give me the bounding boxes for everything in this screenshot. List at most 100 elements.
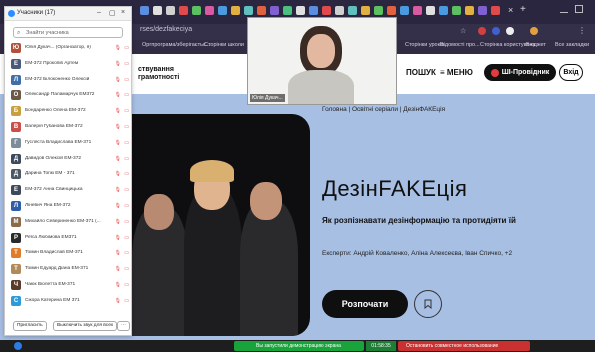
camera-off-icon[interactable]: ▭ [124, 298, 129, 304]
bookmark-item[interactable]: Бюджет [526, 42, 546, 48]
browser-menu-icon[interactable]: ⋮ [578, 26, 586, 35]
minimize-icon[interactable]: – [97, 9, 101, 16]
camera-off-icon[interactable]: ▭ [124, 187, 129, 193]
camera-off-icon[interactable]: ▭ [124, 219, 129, 225]
camera-off-icon[interactable]: ▭ [124, 250, 129, 256]
taskbar-app-icon[interactable] [14, 342, 22, 350]
camera-off-icon[interactable]: ▭ [124, 156, 129, 162]
participant-row[interactable]: Е ЕМ-372 Прокопів Артем 🎙 ▭ [11, 58, 129, 72]
mic-muted-icon[interactable]: 🎙 [115, 250, 121, 256]
camera-off-icon[interactable]: ▭ [124, 77, 129, 83]
mic-muted-icon[interactable]: 🎙 [115, 77, 121, 83]
camera-off-icon[interactable]: ▭ [124, 108, 129, 114]
participant-row[interactable]: О Олександр Паламарчук ЕМ372 🎙 ▭ [11, 90, 129, 103]
participant-row[interactable]: Л Ліневич Яна ЕМ-372 🎙 ▭ [11, 201, 129, 214]
mic-muted-icon[interactable]: 🎙 [115, 298, 121, 304]
bookmark-item[interactable]: Сторінки уроків [405, 42, 444, 48]
mic-muted-icon[interactable]: 🎙 [115, 45, 121, 51]
tab-icon[interactable] [361, 6, 370, 15]
tab-icon[interactable] [166, 6, 175, 15]
tab-icon[interactable] [270, 6, 279, 15]
tab-icon[interactable] [413, 6, 422, 15]
mic-muted-icon[interactable]: 🎙 [115, 203, 121, 209]
tab-icon[interactable] [283, 6, 292, 15]
mic-muted-icon[interactable]: 🎙 [115, 156, 121, 162]
participant-row[interactable]: Ю Юлія Дукач... (Організатор, я) 🎙 ▭ [11, 43, 129, 56]
tab-icon[interactable] [322, 6, 331, 15]
breadcrumb[interactable]: Головна | Освітні серіали | ДезінФАКЕція [322, 106, 445, 113]
extension-icon[interactable] [506, 27, 514, 35]
mic-muted-icon[interactable]: 🎙 [115, 61, 121, 67]
camera-off-icon[interactable]: ▭ [124, 266, 129, 272]
camera-off-icon[interactable]: ▭ [124, 124, 129, 130]
mute-all-button[interactable]: Выключить звук для всех [53, 321, 118, 331]
tab-icon[interactable] [439, 6, 448, 15]
camera-off-icon[interactable]: ▭ [124, 45, 129, 51]
tab-icon[interactable] [400, 6, 409, 15]
participant-row[interactable]: В Валерія Губанова ЕМ-372 🎙 ▭ [11, 122, 129, 135]
bookmark-item[interactable]: Все закладки [555, 42, 589, 48]
participant-search-input[interactable]: ⌕ Знайти учасника [13, 27, 123, 38]
login-button[interactable]: Вхід [559, 64, 583, 81]
video-tile[interactable]: Юлія Дукач... [247, 17, 397, 105]
tab-icon[interactable] [218, 6, 227, 15]
mic-muted-icon[interactable]: 🎙 [115, 108, 121, 114]
extension-icon[interactable] [492, 27, 500, 35]
participant-row[interactable]: Д Давидов Олексій ЕМ-372 🎙 ▭ [11, 153, 129, 167]
bookmark-item[interactable]: Сторінки школи [204, 42, 244, 48]
mic-muted-icon[interactable]: 🎙 [115, 266, 121, 272]
mic-muted-icon[interactable]: 🎙 [115, 92, 121, 98]
participant-row[interactable]: М Михайло Севериненко ЕМ-371 (... 🎙 ▭ [11, 216, 129, 230]
tab-icon[interactable] [426, 6, 435, 15]
site-logo[interactable]: ствування грамотності [138, 66, 179, 82]
new-tab-icon[interactable]: + [520, 4, 526, 15]
tab-icon[interactable] [153, 6, 162, 15]
tab-icon[interactable] [179, 6, 188, 15]
invite-button[interactable]: Пригласить [13, 321, 47, 331]
tab-icon[interactable] [478, 6, 487, 15]
more-button[interactable]: ··· [117, 321, 130, 331]
participant-row[interactable]: Ч Чаюк Віолетта ЕМ-371 🎙 ▭ [11, 280, 129, 293]
tab-close-icon[interactable]: × [508, 5, 513, 15]
tab-icon[interactable] [465, 6, 474, 15]
camera-off-icon[interactable]: ▭ [124, 61, 129, 67]
nav-menu-link[interactable]: ≡ МЕНЮ [440, 68, 473, 77]
tab-icon[interactable] [348, 6, 357, 15]
tab-icon[interactable] [491, 6, 500, 15]
mic-muted-icon[interactable]: 🎙 [115, 171, 121, 177]
close-icon[interactable]: × [121, 9, 125, 16]
tab-icon[interactable] [257, 6, 266, 15]
tab-icon[interactable] [335, 6, 344, 15]
tab-icon[interactable] [296, 6, 305, 15]
bookmark-button[interactable] [414, 290, 442, 318]
url-text[interactable]: rses/dezfakeciya [140, 26, 192, 33]
tab-icon[interactable] [452, 6, 461, 15]
mic-muted-icon[interactable]: 🎙 [115, 187, 121, 193]
camera-off-icon[interactable]: ▭ [124, 203, 129, 209]
camera-off-icon[interactable]: ▭ [124, 92, 129, 98]
tab-icon[interactable] [387, 6, 396, 15]
mic-muted-icon[interactable]: 🎙 [115, 219, 121, 225]
camera-off-icon[interactable]: ▭ [124, 282, 129, 288]
nav-search-link[interactable]: ПОШУК [406, 68, 436, 77]
profile-avatar[interactable] [530, 27, 538, 35]
camera-off-icon[interactable]: ▭ [124, 171, 129, 177]
participant-row[interactable]: Т Томин Едуард Діана ЕМ-371 🎙 ▭ [11, 264, 129, 277]
bookmark-item[interactable]: Відомості про... [440, 42, 480, 48]
tab-icon[interactable] [374, 6, 383, 15]
tab-icon[interactable] [205, 6, 214, 15]
tab-icon[interactable] [309, 6, 318, 15]
participant-row[interactable]: С Сікора Катерина ЕМ 371 🎙 ▭ [11, 295, 129, 309]
ai-guide-button[interactable]: ШІ-Провідник [484, 64, 556, 81]
popout-icon[interactable]: ▢ [109, 9, 116, 17]
tab-icon[interactable] [244, 6, 253, 15]
tab-icon[interactable] [231, 6, 240, 15]
bookmark-item[interactable]: Оргпрограма/зберігаєтьс... [142, 42, 210, 48]
mic-muted-icon[interactable]: 🎙 [115, 140, 121, 146]
mic-muted-icon[interactable]: 🎙 [115, 282, 121, 288]
tab-icon[interactable] [140, 6, 149, 15]
participant-row[interactable]: Д Дарина Топкі ЕМ - 371 🎙 ▭ [11, 169, 129, 182]
participant-row[interactable]: Т Томин Владислав ЕМ-371 🎙 ▭ [11, 248, 129, 261]
maximize-icon[interactable] [575, 5, 583, 13]
participant-row[interactable]: Р Реїса Любімова ЕМ371 🎙 ▭ [11, 232, 129, 246]
